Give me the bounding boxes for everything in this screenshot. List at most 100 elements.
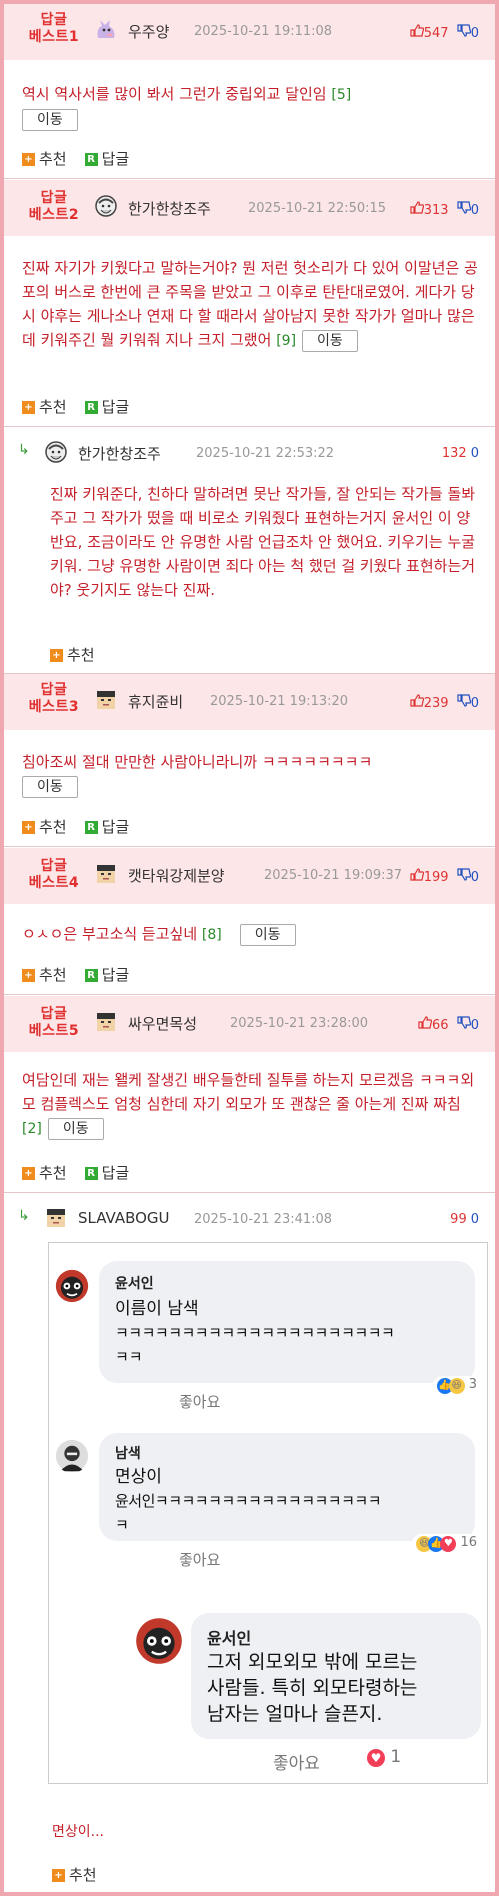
reply-arrow-icon: ↳ [18,442,30,458]
fb-comment-bubble: 남색 면상이 윤서인ㅋㅋㅋㅋㅋㅋㅋㅋㅋㅋㅋㅋㅋㅋㅋㅋㅋㅋ 😆👍♥ 16 [99,1433,481,1553]
nickname[interactable]: 싸우면목성 [128,1013,197,1034]
avatar [47,1209,65,1227]
love-reaction-icon: ♥ [367,1749,385,1767]
vote-counts: 239 0 [410,694,479,711]
vote-counts: 199 0 [407,868,479,885]
thumbs-down-icon[interactable] [457,24,471,41]
timestamp: 2025-10-21 19:11:08 [194,24,333,39]
down-count: 0 [470,203,479,218]
recommend-button[interactable]: 추천 [69,1866,97,1884]
timestamp: 2025-10-21 23:28:00 [230,1016,369,1031]
down-count: 0 [470,870,479,885]
up-count: 547 [423,26,449,41]
thumbs-up-icon[interactable] [410,694,424,711]
divider [4,426,495,427]
down-count: 0 [470,696,479,711]
move-button[interactable]: 이동 [47,1117,104,1140]
comment-actions: + 추천 [50,644,95,665]
reply-button[interactable]: 답글 [102,398,130,416]
comment-body: 침아조씨 절대 만만한 사람아니라니까 ㅋㅋㅋㅋㅋㅋㅋㅋ 이동 [22,750,479,798]
divider [4,178,495,179]
recommend-button[interactable]: 추천 [39,150,67,168]
up-count: 99 [450,1212,467,1227]
vote-counts: 99 0 [450,1212,479,1227]
reaction-count: 16 [460,1535,477,1550]
reply-button[interactable]: 답글 [102,150,130,168]
timestamp: 2025-10-21 22:53:22 [196,446,335,461]
fb-comment-bubble: 윤서인 그저 외모외모 밖에 모르는 사람들. 특히 외모타령하는 남자는 얼마나 … [191,1613,481,1739]
comment-actions: + 추천 R 답글 [22,1162,129,1183]
divider [4,846,495,847]
comment-actions: + 추천 [52,1864,97,1885]
nickname[interactable]: 우주양 [128,21,169,42]
love-reaction-icon: ♥ [440,1536,457,1552]
comment-body: 진짜 키워준다, 친하다 말하려면 못난 작가들, 잘 안되는 작가들 돌봐주고… [50,485,476,599]
thumbs-up-icon[interactable] [410,24,424,41]
nickname[interactable]: 한가한창조주 [78,443,161,464]
recommend-button[interactable]: 추천 [39,1164,67,1182]
thumbs-up-icon[interactable] [410,201,424,218]
fb-like-link: 좋아요 [179,1393,221,1411]
embedded-screenshot: 윤서인 이름이 남색 ㅋㅋㅋㅋㅋㅋㅋㅋㅋㅋㅋㅋㅋㅋㅋㅋㅋㅋㅋㅋㅋ ㅋㅋ 👍😆 3 좋… [48,1242,488,1784]
thumbs-down-icon[interactable] [457,868,471,885]
move-button[interactable]: 이동 [302,329,358,352]
plus-icon: + [22,153,35,166]
thumbs-up-icon[interactable] [418,1016,433,1033]
recommend-button[interactable]: 추천 [39,966,67,984]
up-count: 199 [423,870,449,885]
move-button[interactable]: 이동 [239,923,296,946]
move-button[interactable]: 이동 [22,109,78,131]
reply-icon: R [84,401,98,414]
reply-button[interactable]: 답글 [102,818,130,836]
fb-reactions: 👍😆 3 [432,1376,481,1395]
avatar [95,195,117,217]
nickname[interactable]: 캣타워강제분양 [128,865,225,886]
divider [4,1192,495,1193]
avatar [55,1269,89,1303]
up-count: 66 [432,1018,449,1033]
fb-reactions: 😆👍♥ 16 [412,1534,481,1553]
move-button[interactable]: 이동 [22,776,78,798]
nickname[interactable]: 휴지쥰비 [128,691,183,712]
comment-actions: + 추천 R 답글 [22,964,129,985]
haha-reaction-icon: 😆 [448,1378,465,1394]
timestamp: 2025-10-21 19:13:20 [210,694,349,709]
nickname[interactable]: SLAVABOGU [78,1209,170,1227]
best-badge: 답글 베스트5 [28,1006,80,1039]
down-count: 0 [470,1018,479,1033]
thumbs-down-icon[interactable] [457,1016,471,1033]
fb-like-link: 좋아요 [273,1754,320,1774]
plus-icon: + [22,821,35,834]
reply-count: [2] [22,1121,42,1137]
best-comment-3: 답글 베스트3 휴지쥰비 2025-10-21 19:13:20 239 0 침아… [4,674,495,848]
plus-icon: + [22,969,35,982]
reply-count: [9] [276,333,297,349]
reply-icon: R [84,1167,98,1180]
recommend-button[interactable]: 추천 [67,646,95,664]
avatar [97,865,115,883]
recommend-button[interactable]: 추천 [39,398,67,416]
best-badge: 답글 베스트3 [28,682,80,715]
thumbs-down-icon[interactable] [457,201,471,218]
comment-text: 역시 역사서를 많이 봐서 그런가 중립외교 달인임 [22,85,327,103]
comment-text: 여담인데 재는 왤케 잘생긴 배우들한테 질투를 하는지 모르겠음 ㅋㅋㅋ외모 … [22,1071,475,1113]
thumbs-down-icon[interactable] [457,694,471,711]
avatar [136,1618,182,1664]
reply-count: [5] [331,87,352,103]
plus-icon: + [22,401,35,414]
reply-caption: 면상이... [52,1824,104,1840]
nickname[interactable]: 한가한창조주 [128,198,211,219]
comment-body: ㅇㅅㅇ은 부고소식 듣고싶네 [8] 이동 [22,922,479,947]
comment-actions: + 추천 R 답글 [22,148,129,169]
reply-button[interactable]: 답글 [102,1164,130,1182]
thumbs-up-icon[interactable] [410,868,424,885]
up-count: 239 [423,696,449,711]
reaction-count: 3 [468,1377,477,1392]
avatar [97,20,115,38]
recommend-button[interactable]: 추천 [39,818,67,836]
fb-comment-text: 이름이 남색 ㅋㅋㅋㅋㅋㅋㅋㅋㅋㅋㅋㅋㅋㅋㅋㅋㅋㅋㅋㅋㅋ ㅋㅋ [115,1299,395,1366]
vote-counts: 313 0 [410,201,479,218]
reply-button[interactable]: 답글 [102,966,130,984]
best-comment-5: 답글 베스트5 싸우면목성 2025-10-21 23:28:00 66 0 여담… [4,996,495,1194]
up-count: 132 [441,446,467,461]
